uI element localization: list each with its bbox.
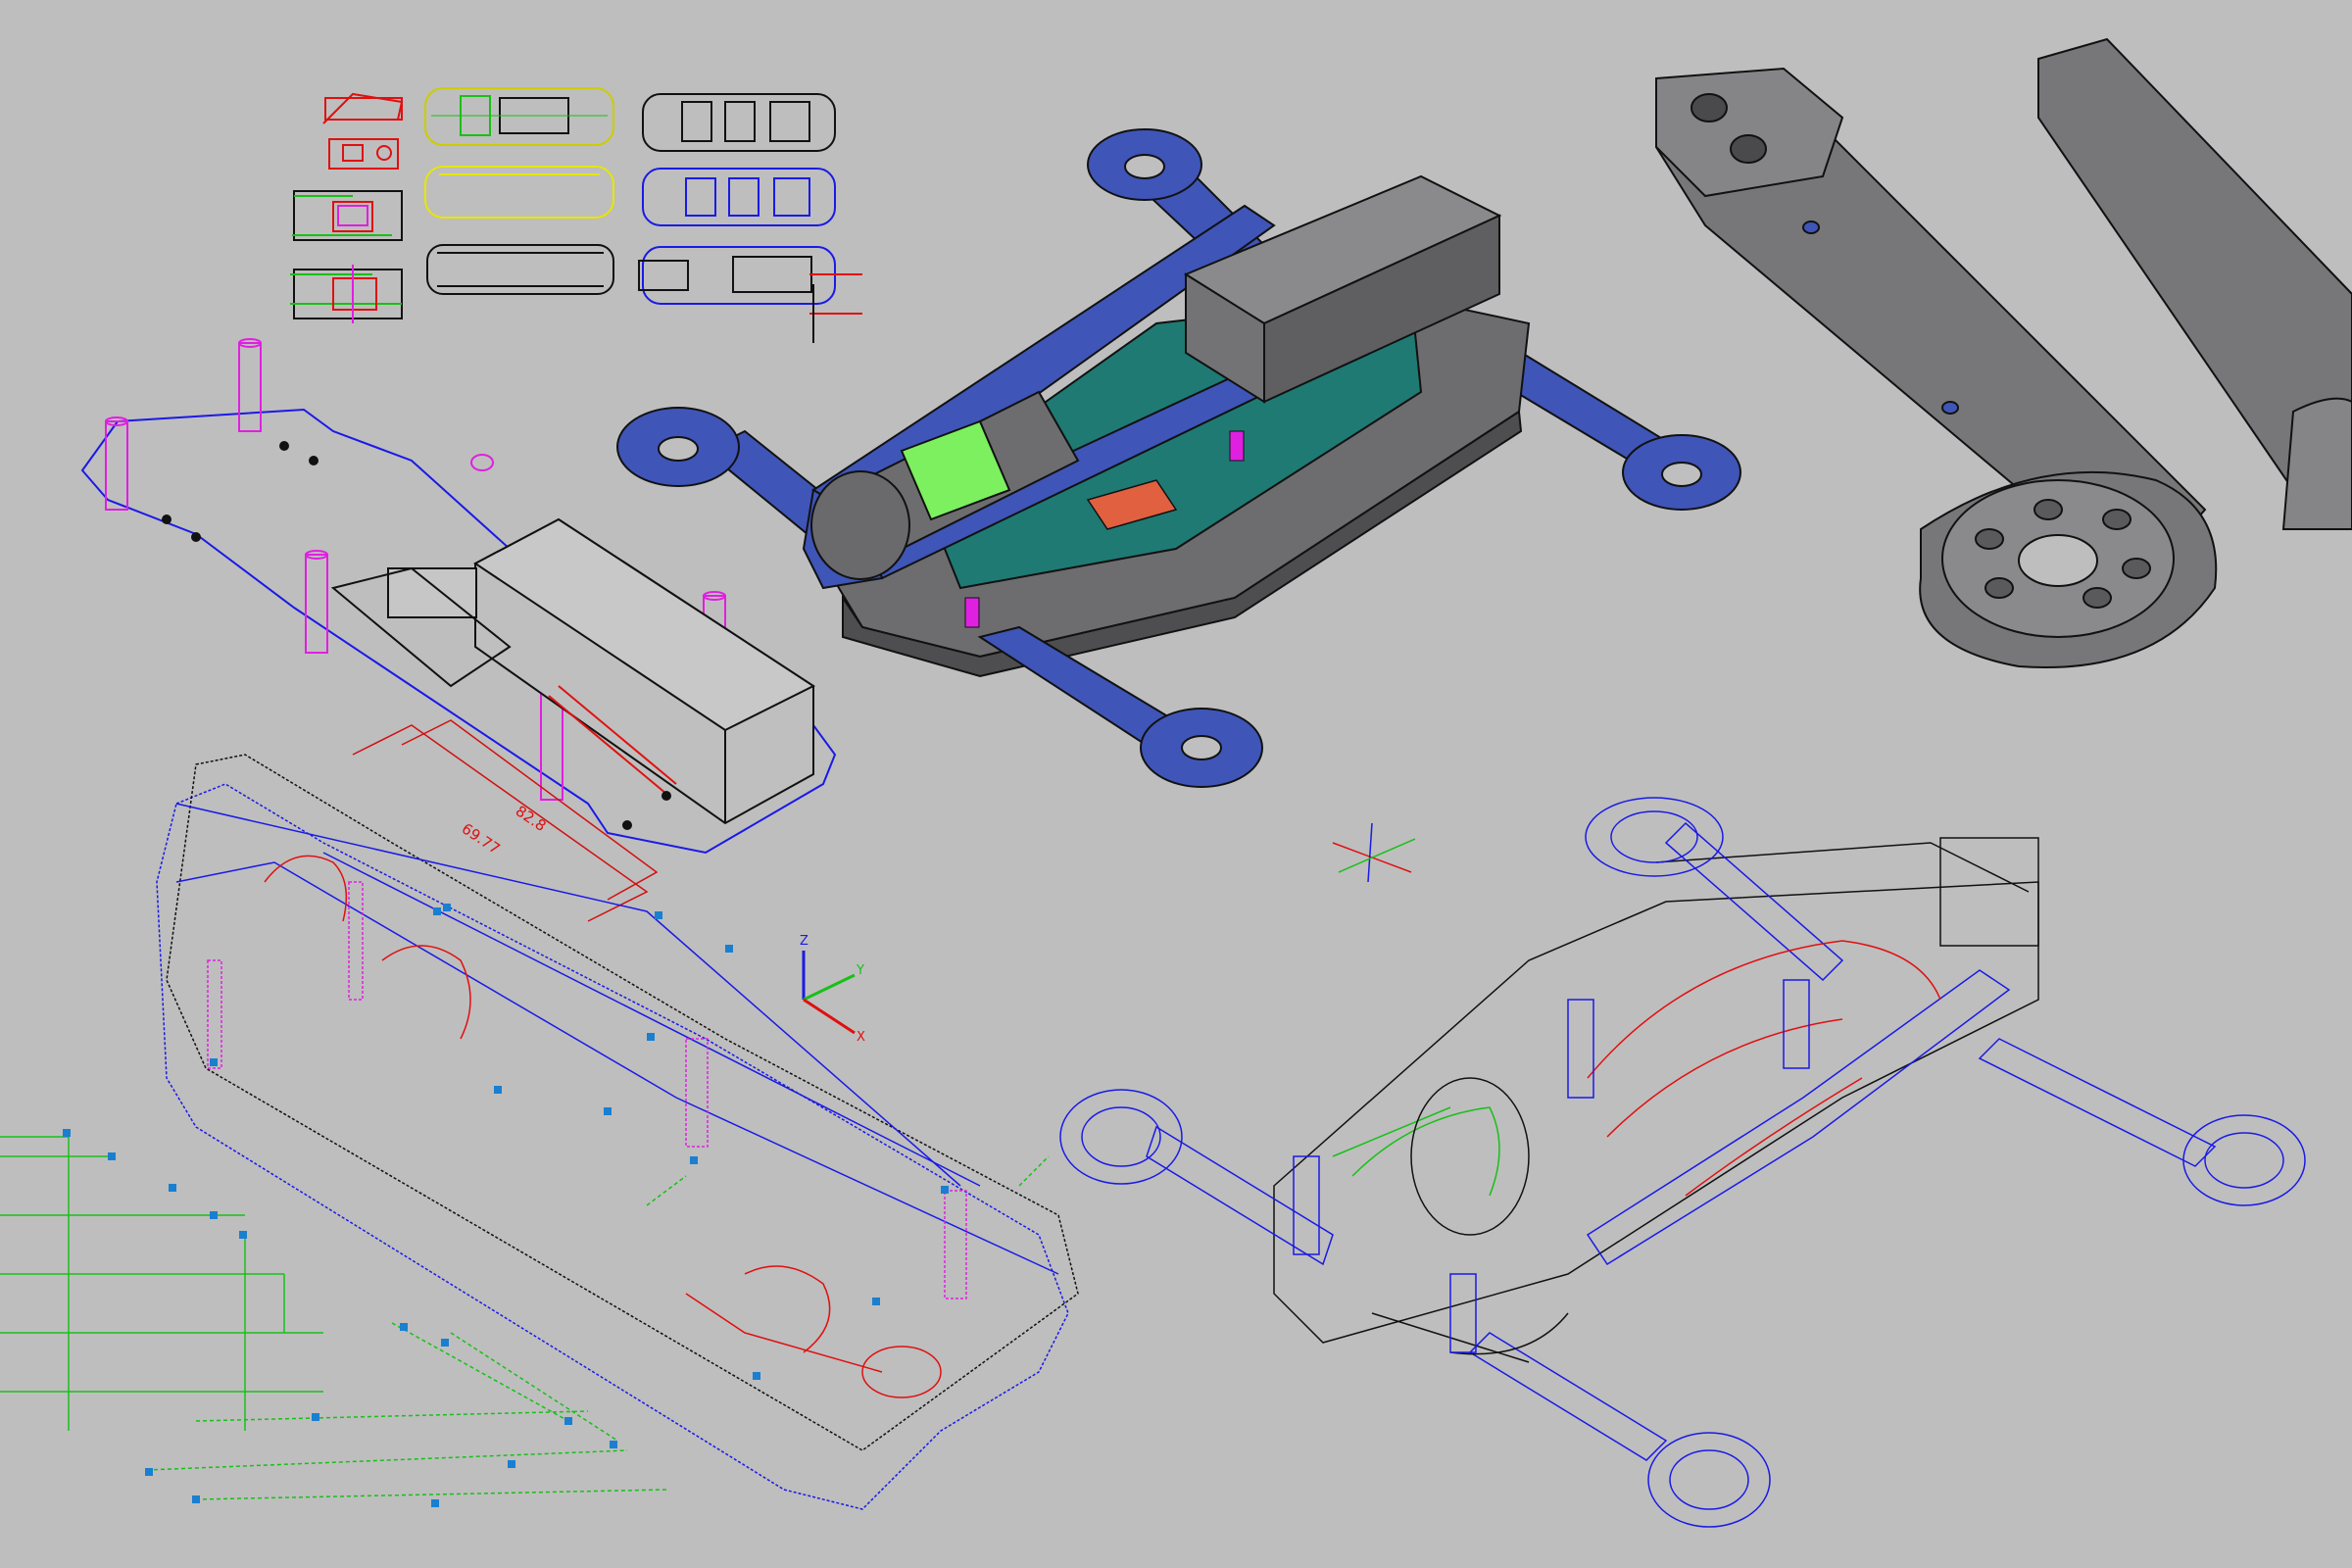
ucs-z-label: Z	[800, 934, 808, 949]
arm-wire-rear-right	[1978, 1038, 2306, 1206]
part-small-mixed-3	[290, 265, 403, 323]
motor-mount-front-right	[1140, 708, 1263, 788]
plate-outline-black-3	[426, 244, 614, 295]
plate-outline-black-main	[642, 93, 836, 152]
plate-outline-yellow-2	[424, 166, 614, 219]
arm-wire-rear-left	[1585, 797, 1844, 982]
plate-outline-blue-2	[642, 168, 836, 226]
motor-mount-front-left	[616, 407, 740, 487]
ucs-y-label: Y	[856, 963, 864, 978]
motor-mount-rear-left	[1087, 128, 1202, 201]
wireframe-drone-model[interactable]	[1059, 797, 2306, 1528]
ucs-axis-icon[interactable]: Z Y X	[800, 934, 865, 1045]
dimension-label-1: 82.8	[513, 802, 550, 835]
dimension-label-2: 69.77	[459, 819, 504, 858]
plate-outline-blue-3	[638, 246, 862, 343]
part-small-red-1	[322, 92, 404, 170]
model-space-viewport[interactable]: 82.8 69.77 Z Y X	[0, 0, 2352, 1568]
arm-wire-front-left	[1059, 1089, 1334, 1266]
battery-block-wire	[330, 517, 816, 825]
motor-mount-rear-right	[1622, 434, 1741, 511]
green-construction-lines	[0, 1129, 1050, 1507]
wireframe-frame-left[interactable]	[156, 754, 1079, 1510]
arm-wire-front-right	[1468, 1332, 1771, 1528]
ucs-x-label: X	[857, 1030, 865, 1045]
crosshair-cursor-icon	[1332, 822, 1416, 883]
part-small-mixed-2	[292, 190, 403, 241]
plate-layout-sheet[interactable]	[290, 87, 862, 343]
drawing-canvas[interactable]: 82.8 69.77 Z Y X	[0, 0, 2352, 1568]
plate-outline-top	[424, 87, 614, 146]
